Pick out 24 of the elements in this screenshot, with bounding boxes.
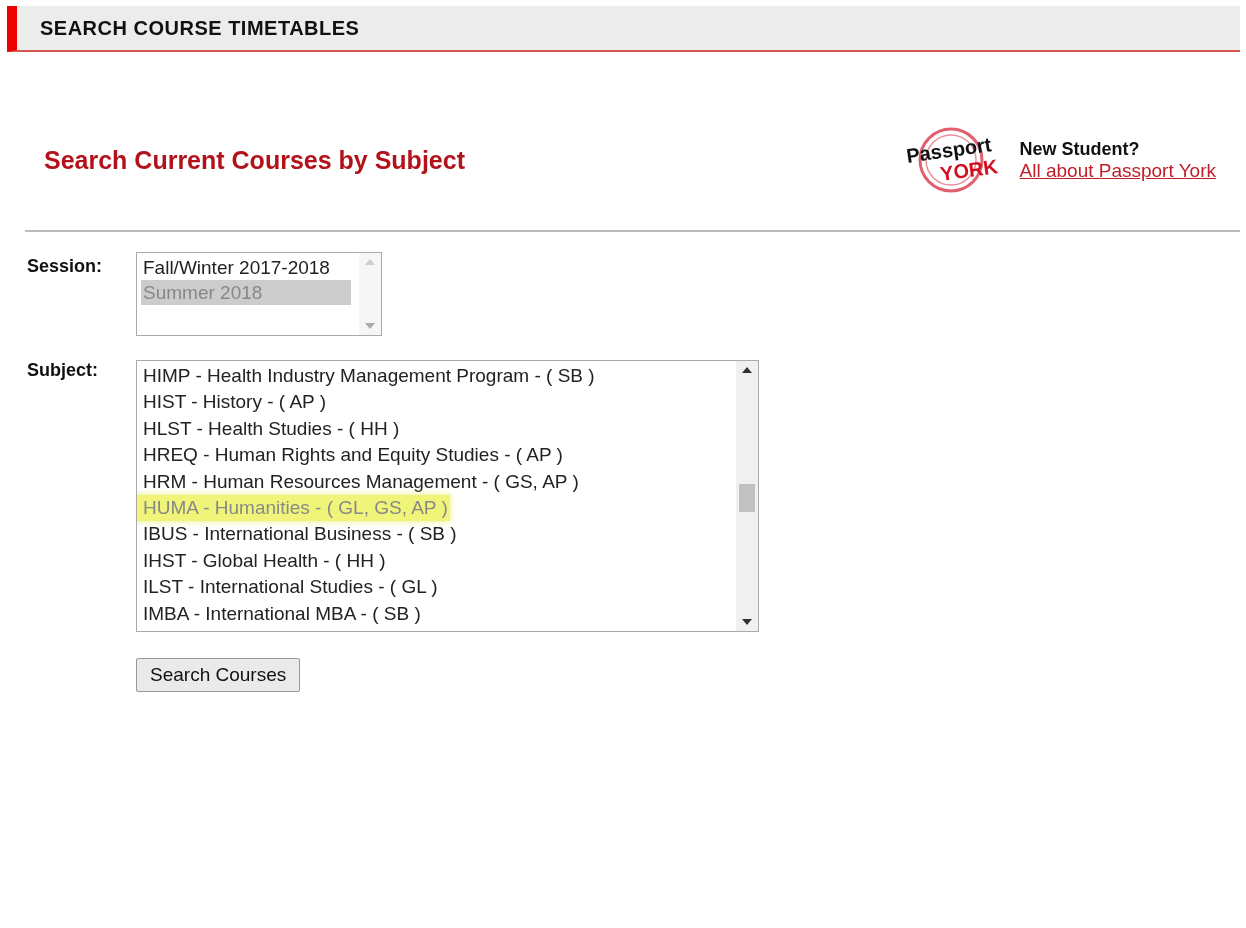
subject-listbox[interactable] — [136, 360, 759, 632]
subject-label: Subject: — [27, 360, 99, 382]
page-title: SEARCH COURSE TIMETABLES — [40, 16, 360, 40]
subject-option[interactable]: HREQ - Human Rights and Equity Studies - ( AP ) — [141, 442, 565, 469]
new-student-text: New Student? — [1019, 138, 1141, 160]
subject-option[interactable]: HRM - Human Resources Management - ( GS, AP ) — [141, 468, 581, 495]
subject-option[interactable]: HLST - Health Studies - ( HH ) — [141, 415, 402, 443]
scroll-up-icon[interactable] — [742, 367, 752, 373]
session-label: Session: — [27, 255, 104, 278]
subject-option[interactable]: IMBA - International MBA - ( SB ) — [141, 600, 423, 627]
section-heading: Search Current Courses by Subject — [44, 145, 465, 175]
subject-option[interactable]: HIMP - Health Industry Management Program - ( SB ) — [141, 363, 597, 390]
passport-logo: Passport YORK — [886, 124, 1012, 196]
subject-option[interactable]: IBUS - International Business - ( SB ) — [141, 521, 459, 548]
session-listbox[interactable]: Fall/Winter 2017-2018 Summer 2018 — [136, 252, 382, 336]
scrollbar-thumb[interactable] — [739, 484, 755, 512]
subject-option[interactable]: ILST - International Studies - ( GL ) — [141, 574, 440, 601]
subject-option[interactable]: HIST - History - ( AP ) — [141, 389, 328, 416]
scroll-down-icon[interactable] — [742, 619, 752, 625]
passport-york-link[interactable]: All about Passport York — [1019, 159, 1216, 182]
search-courses-button[interactable]: Search Courses — [136, 658, 301, 692]
scrollbar[interactable] — [736, 361, 758, 631]
subject-option[interactable]: IHST - Global Health - ( HH ) — [141, 547, 388, 575]
session-option[interactable]: Fall/Winter 2017-2018 — [141, 255, 332, 280]
